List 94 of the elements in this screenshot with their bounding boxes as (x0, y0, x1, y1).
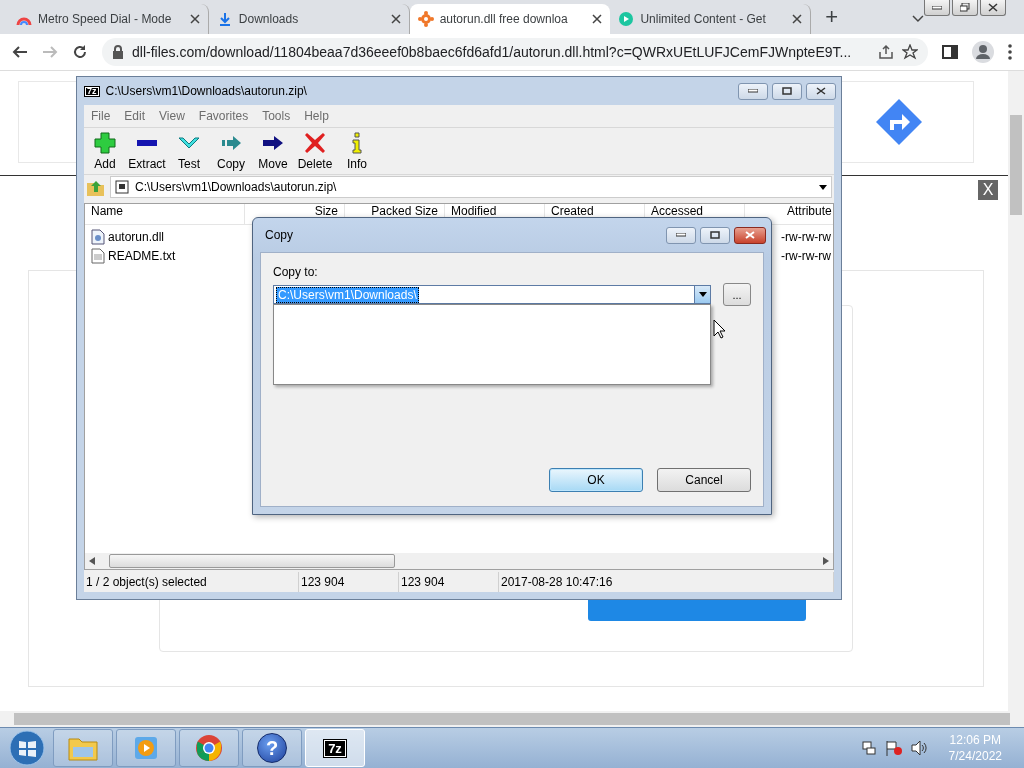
menu-item[interactable]: File (91, 109, 111, 123)
browser-tab[interactable]: autorun.dll free downloa (409, 4, 611, 34)
delete-icon (304, 132, 326, 154)
chevron-down-icon[interactable] (912, 15, 924, 23)
menu-item[interactable]: Favorites (198, 109, 249, 123)
share-icon[interactable] (878, 44, 894, 60)
dropdown-arrow-button[interactable] (694, 286, 710, 303)
toolbar-button[interactable]: Delete (296, 131, 334, 171)
column-header[interactable]: Name (85, 204, 245, 224)
close-button[interactable] (734, 226, 766, 244)
close-icon (745, 231, 755, 239)
restore-button[interactable] (952, 0, 978, 16)
gear-icon (417, 11, 434, 27)
minimize-icon (932, 5, 942, 10)
profile-icon[interactable] (972, 41, 994, 63)
menu-item[interactable]: Help (304, 109, 329, 123)
back-icon[interactable] (12, 44, 28, 60)
file-name[interactable]: autorun.dll (85, 227, 245, 246)
cursor-icon (713, 319, 727, 339)
caret-icon (698, 292, 707, 297)
left-arrow-icon[interactable] (89, 557, 95, 565)
toolbar-button[interactable]: Add (86, 131, 124, 171)
side-panel-icon[interactable] (942, 44, 958, 60)
menu-icon[interactable] (1008, 44, 1012, 60)
close-icon[interactable] (592, 14, 603, 24)
caret-icon[interactable] (819, 184, 827, 190)
field-label: Copy to: (273, 265, 319, 279)
minimize-icon (748, 89, 758, 93)
close-ad-button[interactable]: X (978, 180, 998, 200)
star-icon[interactable] (902, 44, 918, 60)
horizontal-scrollbar[interactable] (0, 711, 1024, 727)
status-text: 123 904 (399, 572, 499, 592)
text-file-icon (91, 247, 105, 264)
right-arrow-icon[interactable] (823, 557, 829, 565)
maximize-button[interactable] (700, 226, 730, 244)
toolbar-button[interactable]: Extract (128, 131, 166, 171)
flag-icon[interactable] (884, 740, 903, 756)
menu-item[interactable]: Edit (124, 109, 146, 123)
taskbar-button[interactable]: 7z (305, 729, 365, 767)
dialog-button[interactable]: Cancel (657, 468, 751, 492)
dialog-button[interactable]: OK (549, 468, 643, 492)
toolbar-button[interactable]: Info (338, 131, 376, 171)
file-attributes: -rw-rw-rw (781, 248, 831, 263)
seven-zip-icon: 7z (84, 85, 100, 97)
directions-icon (875, 98, 923, 146)
menu-item[interactable]: Tools (262, 109, 291, 123)
maximize-icon (710, 231, 720, 239)
status-text: 1 / 2 object(s) selected (84, 572, 299, 592)
vertical-scrollbar[interactable] (1008, 71, 1024, 711)
speaker-icon[interactable] (910, 740, 927, 756)
archive-icon (115, 180, 129, 194)
reload-icon[interactable] (72, 44, 88, 60)
status-text: 123 904 (299, 572, 399, 592)
help-icon: ? (257, 733, 287, 763)
close-icon (988, 3, 998, 12)
close-icon (816, 87, 826, 95)
status-text: 2017-08-28 10:47:16 (499, 572, 834, 592)
folder-icon (68, 735, 98, 761)
toolbar-button[interactable]: Copy (212, 131, 250, 171)
minimize-button[interactable] (924, 0, 950, 16)
seven-zip-icon: 7z (323, 738, 347, 758)
horizontal-scrollbar[interactable] (85, 553, 833, 569)
menu-item[interactable]: View (159, 109, 185, 123)
media-player-icon (133, 735, 159, 761)
toolbar-button[interactable]: Test (170, 131, 208, 171)
file-attributes: -rw-rw-rw (781, 229, 831, 244)
chrome-icon (195, 734, 223, 762)
taskbar-button[interactable]: ? (242, 729, 302, 767)
play-icon (618, 11, 635, 27)
extract-icon (137, 139, 157, 147)
close-button[interactable] (980, 0, 1006, 16)
maximize-icon (782, 87, 792, 95)
test-icon (178, 137, 200, 149)
browse-button[interactable]: ... (723, 283, 751, 306)
close-button[interactable] (806, 82, 836, 100)
close-icon[interactable] (189, 14, 200, 24)
lock-icon[interactable] (112, 45, 124, 59)
file-name[interactable]: README.txt (85, 246, 245, 265)
network-icon[interactable] (860, 740, 877, 756)
toolbar-button[interactable]: Move (254, 131, 292, 171)
new-tab-button[interactable]: + (811, 4, 853, 34)
close-icon[interactable] (390, 14, 401, 24)
path-field[interactable]: C:\Users\vm1\Downloads\autorun.zip\ (110, 176, 832, 198)
add-icon (94, 132, 116, 154)
maximize-button[interactable] (772, 82, 802, 100)
window-title: C:\Users\vm1\Downloads\autorun.zip\ (105, 84, 307, 98)
restore-icon (960, 3, 970, 12)
minimize-icon (676, 233, 686, 237)
taskbar-button[interactable] (179, 729, 239, 767)
copy-icon (220, 135, 242, 151)
minimize-button[interactable] (666, 226, 696, 244)
move-icon (262, 135, 284, 151)
dialog-title: Copy (265, 228, 293, 242)
close-icon[interactable] (792, 14, 803, 24)
